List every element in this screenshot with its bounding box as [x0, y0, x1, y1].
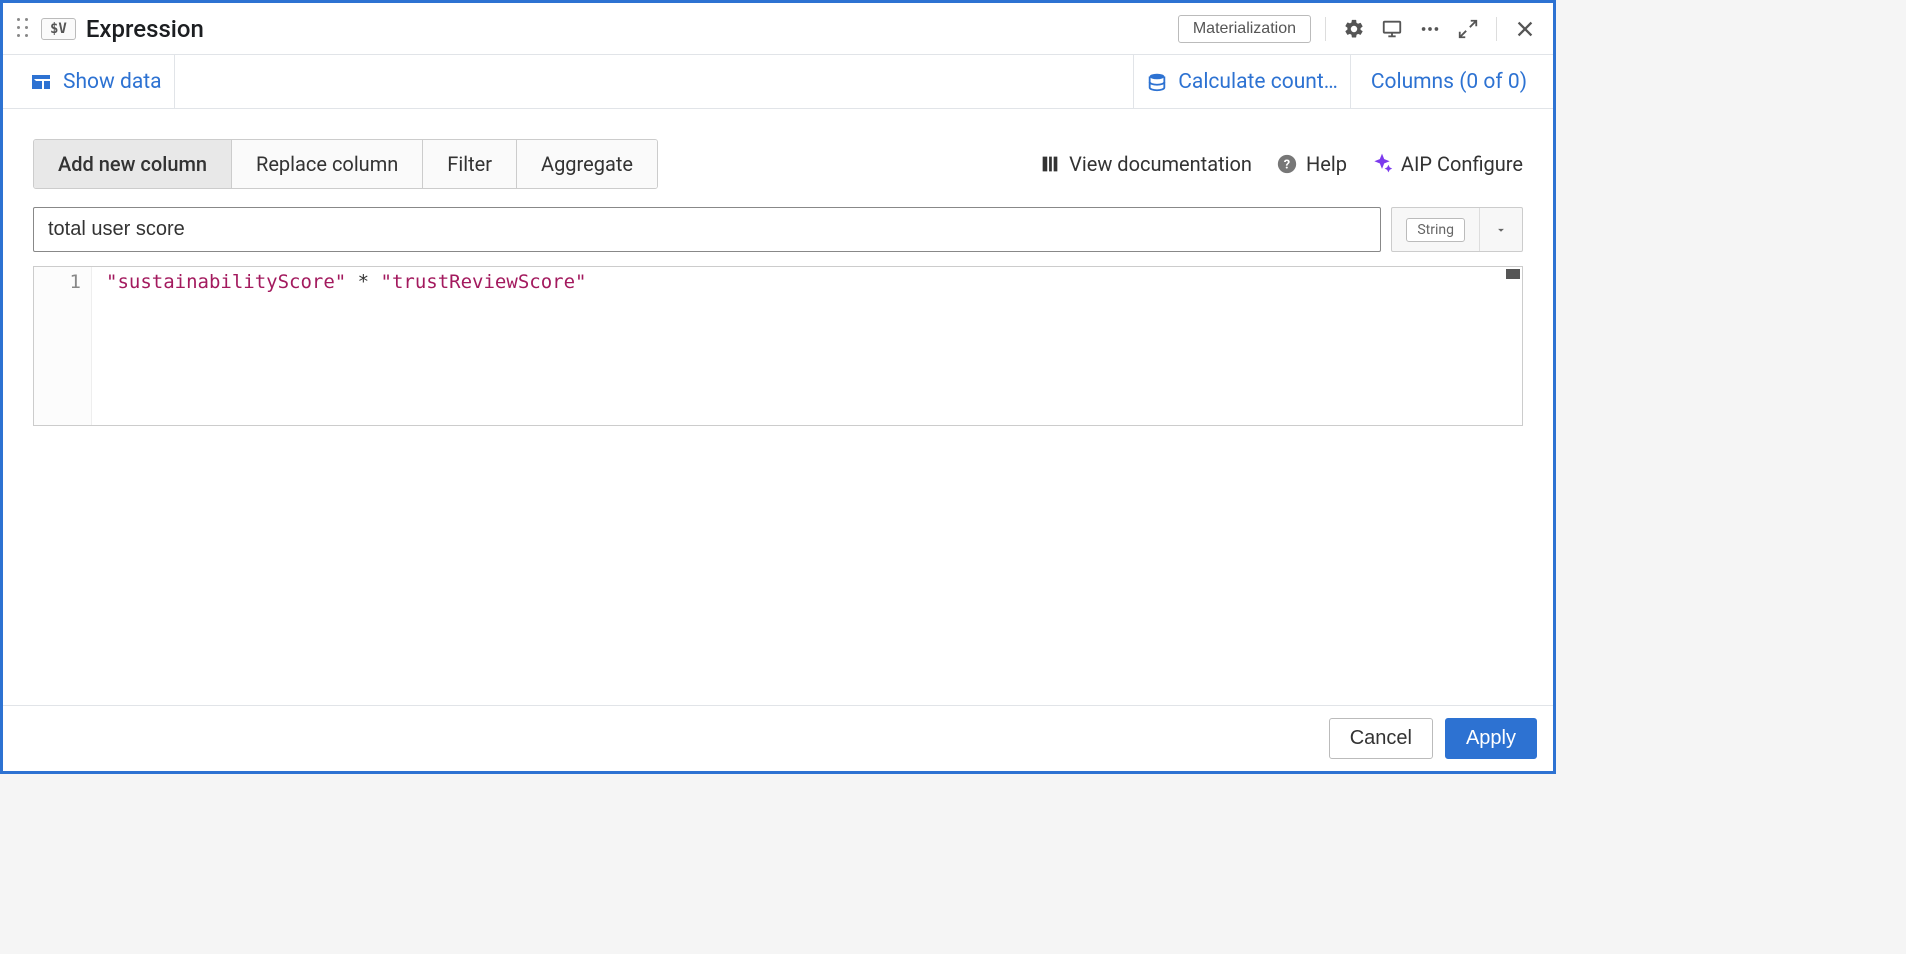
svg-text:?: ? — [1284, 158, 1290, 173]
mode-row: Add new column Replace column Filter Agg… — [33, 139, 1523, 189]
cancel-button[interactable]: Cancel — [1329, 718, 1433, 759]
token-string: "sustainabilityScore" — [106, 271, 346, 293]
mode-tabs: Add new column Replace column Filter Agg… — [33, 139, 658, 189]
type-select[interactable]: String — [1391, 207, 1523, 252]
more-icon[interactable] — [1416, 15, 1444, 43]
columns-label: Columns (0 of 0) — [1371, 70, 1527, 94]
apply-button[interactable]: Apply — [1445, 718, 1537, 759]
panel-footer: Cancel Apply — [3, 705, 1553, 771]
view-documentation-label: View documentation — [1069, 152, 1252, 176]
drag-handle-icon[interactable] — [17, 18, 31, 40]
columns-button[interactable]: Columns (0 of 0) — [1359, 55, 1539, 108]
token-string: "trustReviewScore" — [381, 271, 587, 293]
token-operator: * — [346, 271, 380, 293]
expression-panel: $V Expression Materialization Show data — [0, 0, 1556, 774]
panel-header: $V Expression Materialization — [3, 3, 1553, 55]
line-number: 1 — [34, 271, 81, 293]
materialization-button[interactable]: Materialization — [1178, 15, 1311, 43]
aip-configure-label: AIP Configure — [1401, 152, 1523, 176]
tab-replace-column[interactable]: Replace column — [232, 140, 423, 188]
type-badge: String — [1406, 218, 1465, 242]
show-data-button[interactable]: Show data — [17, 55, 175, 108]
expand-icon[interactable] — [1454, 15, 1482, 43]
editor-gutter: 1 — [34, 267, 92, 425]
divider — [1325, 17, 1326, 41]
calculate-count-label: Calculate count… — [1178, 70, 1338, 94]
panel-subheader: Show data Calculate count… Columns (0 of… — [3, 55, 1553, 109]
divider — [1496, 17, 1497, 41]
tab-filter[interactable]: Filter — [423, 140, 517, 188]
presentation-icon[interactable] — [1378, 15, 1406, 43]
column-config-row: String — [33, 207, 1523, 252]
editor-content[interactable]: "sustainabilityScore" * "trustReviewScor… — [92, 267, 1522, 425]
chevron-down-icon — [1479, 208, 1522, 251]
column-name-input[interactable] — [33, 207, 1381, 252]
calculate-count-button[interactable]: Calculate count… — [1133, 55, 1351, 108]
variable-badge: $V — [41, 18, 76, 40]
gear-icon[interactable] — [1340, 15, 1368, 43]
help-link[interactable]: ? Help — [1276, 152, 1347, 176]
panel-title: Expression — [86, 15, 204, 43]
aip-configure-link[interactable]: AIP Configure — [1371, 152, 1523, 176]
scroll-marker — [1506, 269, 1520, 279]
tab-add-column[interactable]: Add new column — [34, 140, 232, 188]
panel-body: Add new column Replace column Filter Agg… — [3, 109, 1553, 705]
tab-aggregate[interactable]: Aggregate — [517, 140, 657, 188]
show-data-label: Show data — [63, 70, 162, 94]
help-label: Help — [1306, 152, 1347, 176]
close-icon[interactable] — [1511, 15, 1539, 43]
expression-editor[interactable]: 1 "sustainabilityScore" * "trustReviewSc… — [33, 266, 1523, 426]
view-documentation-link[interactable]: View documentation — [1039, 152, 1252, 176]
